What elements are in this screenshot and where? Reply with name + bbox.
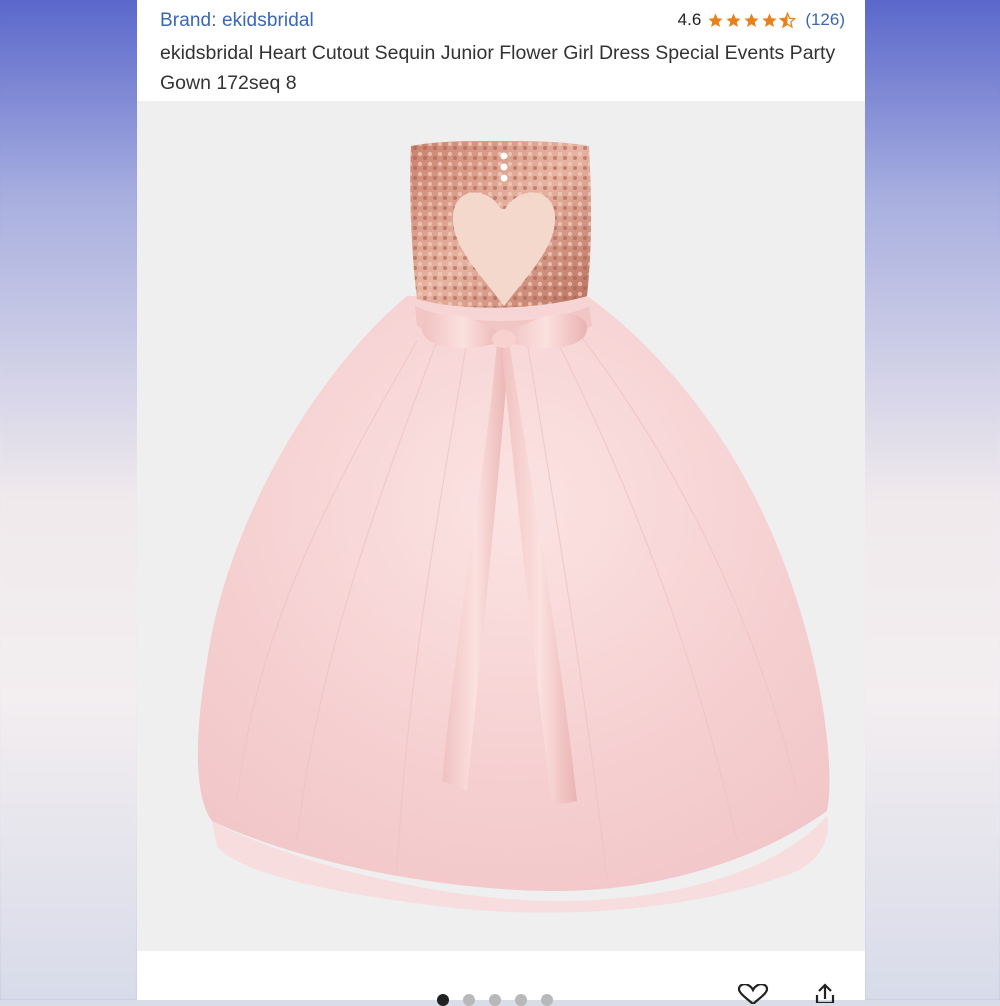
product-card: Brand: ekidsbridal 4.6 (126) ekidsbridal… — [137, 0, 865, 1006]
star-icon — [708, 12, 723, 27]
gallery-dot-3[interactable] — [489, 994, 501, 1006]
dress-illustration — [137, 101, 865, 951]
product-header: Brand: ekidsbridal 4.6 (126) ekidsbridal… — [160, 8, 845, 98]
gallery-dot-2[interactable] — [463, 994, 475, 1006]
product-image[interactable] — [137, 101, 865, 951]
gallery-dot-5[interactable] — [541, 994, 553, 1006]
gallery-dots — [437, 994, 567, 1006]
share-icon[interactable] — [813, 983, 837, 1003]
star-icon — [726, 12, 741, 27]
brand-link[interactable]: Brand: ekidsbridal — [160, 10, 314, 32]
product-title: ekidsbridal Heart Cutout Sequin Junior F… — [160, 42, 836, 94]
gallery-footer — [137, 951, 865, 1006]
rating-count-link[interactable]: (126) — [805, 10, 845, 30]
gallery-dot-4[interactable] — [515, 994, 527, 1006]
gallery-dot-1[interactable] — [437, 994, 449, 1006]
background-blur-left — [0, 0, 137, 1000]
heart-icon[interactable] — [735, 984, 771, 1004]
star-icon — [762, 12, 777, 27]
rating-value: 4.6 — [677, 10, 702, 29]
rating[interactable]: 4.6 (126) — [678, 10, 845, 30]
star-half-icon — [779, 11, 797, 28]
rating-stars — [707, 11, 797, 29]
background-blur-right — [865, 0, 1000, 1000]
star-icon — [744, 12, 759, 27]
